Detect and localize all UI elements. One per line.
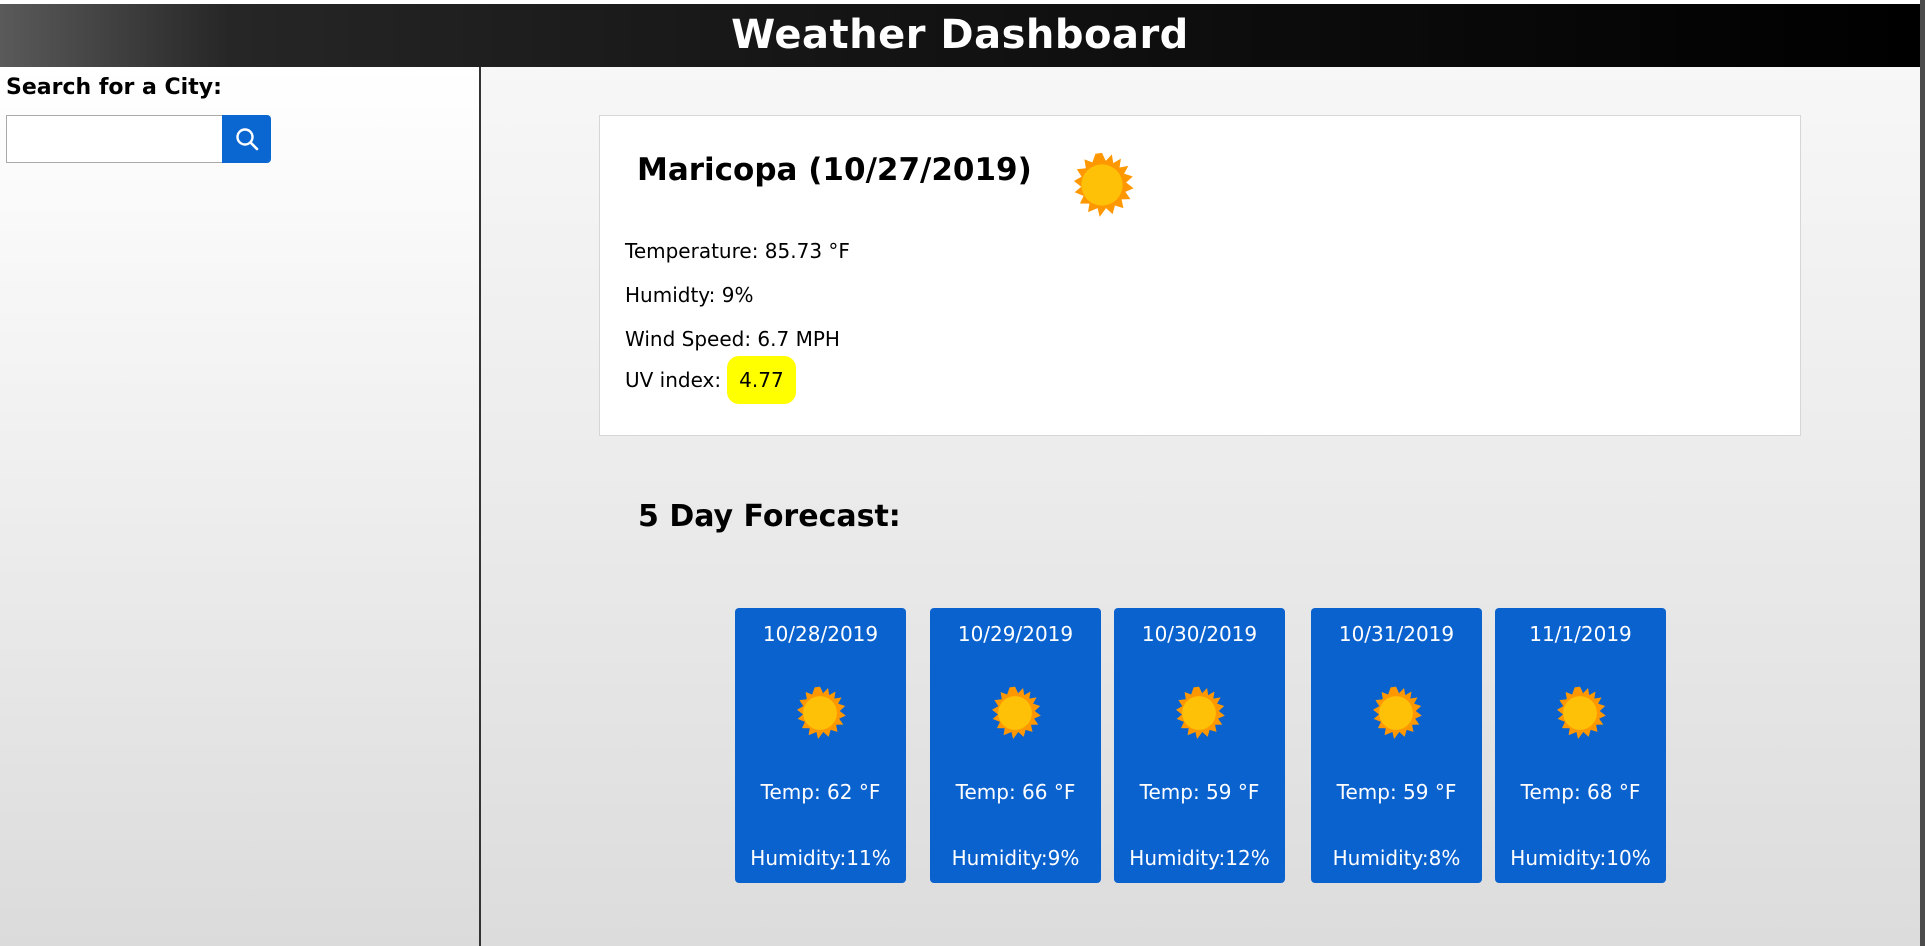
search-button[interactable] [222,115,271,163]
sun-icon [1369,686,1423,744]
forecast-humidity: Humidity:9% [951,846,1080,870]
forecast-date: 10/28/2019 [762,622,879,646]
forecast-humidity: Humidity:10% [1510,846,1651,870]
forecast-card: 10/28/2019 Temp: 62 °F Humidity:11% [735,608,906,883]
forecast-date: 10/29/2019 [957,622,1074,646]
humidity-text: Humidty: 9% [625,283,754,307]
forecast-date: 11/1/2019 [1529,622,1632,646]
forecast-temp: Temp: 66 °F [955,780,1076,804]
city-title: Maricopa (10/27/2019) [637,152,1032,188]
sun-icon [988,686,1042,744]
page-header: Weather Dashboard [0,4,1920,67]
current-weather-card: Maricopa (10/27/2019) Temperature: 85.73… [599,115,1801,436]
forecast-date: 10/31/2019 [1338,622,1455,646]
forecast-humidity: Humidity:8% [1332,846,1461,870]
sun-icon [1069,152,1135,222]
uv-index-row: UV index: 4.77 [625,356,796,404]
sun-icon [1553,686,1607,744]
window-edge [1920,0,1925,946]
search-input[interactable] [6,115,222,163]
temperature-text: Temperature: 85.73 °F [625,239,850,263]
forecast-card: 10/31/2019 Temp: 59 °F Humidity:8% [1311,608,1482,883]
forecast-humidity: Humidity:11% [750,846,891,870]
forecast-temp: Temp: 59 °F [1139,780,1260,804]
forecast-temp: Temp: 62 °F [760,780,881,804]
forecast-card: 10/29/2019 Temp: 66 °F Humidity:9% [930,608,1101,883]
forecast-card: 11/1/2019 Temp: 68 °F Humidity:10% [1495,608,1666,883]
app-window: Weather Dashboard Search for a City: Mar… [0,0,1925,946]
uv-index-badge: 4.77 [727,356,796,404]
sidebar: Search for a City: [0,67,481,946]
page-title: Weather Dashboard [731,12,1189,58]
forecast-temp: Temp: 59 °F [1336,780,1457,804]
forecast-temp: Temp: 68 °F [1520,780,1641,804]
forecast-date: 10/30/2019 [1141,622,1258,646]
forecast-title: 5 Day Forecast: [638,499,901,534]
sun-icon [793,686,847,744]
search-icon [235,128,258,151]
search-label: Search for a City: [6,75,222,100]
forecast-humidity: Humidity:12% [1129,846,1270,870]
sun-icon [1172,686,1226,744]
wind-speed-text: Wind Speed: 6.7 MPH [625,327,840,351]
uv-index-label: UV index: [625,368,722,392]
forecast-card: 10/30/2019 Temp: 59 °F Humidity:12% [1114,608,1285,883]
main-content: Maricopa (10/27/2019) Temperature: 85.73… [481,67,1920,946]
